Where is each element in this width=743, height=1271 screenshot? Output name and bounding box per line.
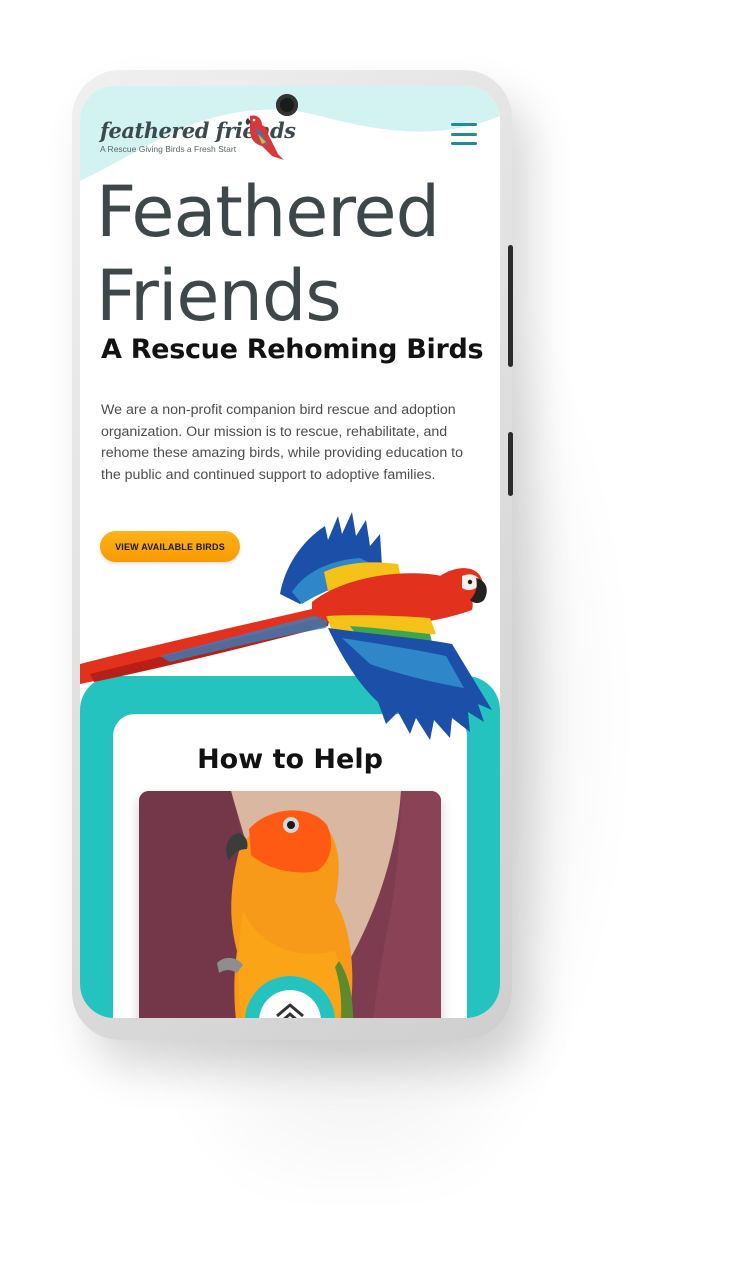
site-logo[interactable]: feathered friends A Rescue Giving Birds … (100, 115, 296, 160)
phone-side-button (508, 432, 513, 496)
front-camera (276, 94, 298, 116)
phone-side-button (508, 245, 513, 367)
hero-title: Feathered Friends (96, 171, 440, 337)
hero-subtitle: A Rescue Rehoming Birds (101, 334, 484, 365)
how-to-help-card: How to Help (113, 714, 467, 1018)
home-button-inner (259, 990, 321, 1018)
hamburger-menu-icon[interactable] (448, 120, 480, 148)
flying-macaw-image (80, 512, 492, 740)
logo-parrot-icon (245, 115, 284, 160)
hero-description: We are a non-profit companion bird rescu… (101, 402, 463, 483)
mockup-stage: feathered friends A Rescue Giving Birds … (0, 0, 743, 1271)
help-title: How to Help (197, 744, 383, 775)
home-icon (276, 1003, 304, 1018)
phone-screen: feathered friends A Rescue Giving Birds … (80, 86, 500, 1018)
